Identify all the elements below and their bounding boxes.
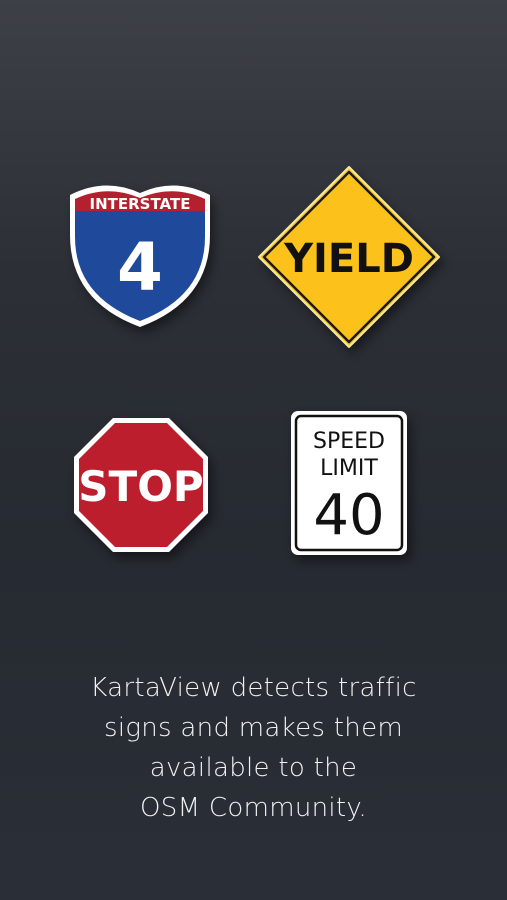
interstate-label: INTERSTATE — [90, 195, 191, 213]
interstate-sign-icon: INTERSTATE 4 — [66, 181, 214, 329]
caption-line-2: signs and makes them — [103, 713, 404, 743]
speed-limit-line2: LIMIT — [320, 456, 378, 481]
stop-text: STOP — [78, 462, 203, 511]
caption-line-3: available to the — [149, 753, 358, 783]
onboarding-caption: KartaView detects traffic signs and make… — [0, 668, 507, 828]
speed-limit-line1: SPEED — [313, 429, 385, 454]
speed-limit-value: 40 — [313, 483, 384, 548]
caption-line-4: OSM Community. — [140, 793, 367, 823]
interstate-number: 4 — [117, 229, 163, 306]
speed-limit-sign-icon: SPEED LIMIT 40 — [290, 410, 408, 556]
caption-line-1: KartaView detects traffic — [90, 673, 417, 703]
yield-sign-icon: YIELD — [257, 165, 441, 349]
stop-sign-icon: STOP — [72, 416, 210, 554]
yield-text: YIELD — [283, 236, 414, 282]
